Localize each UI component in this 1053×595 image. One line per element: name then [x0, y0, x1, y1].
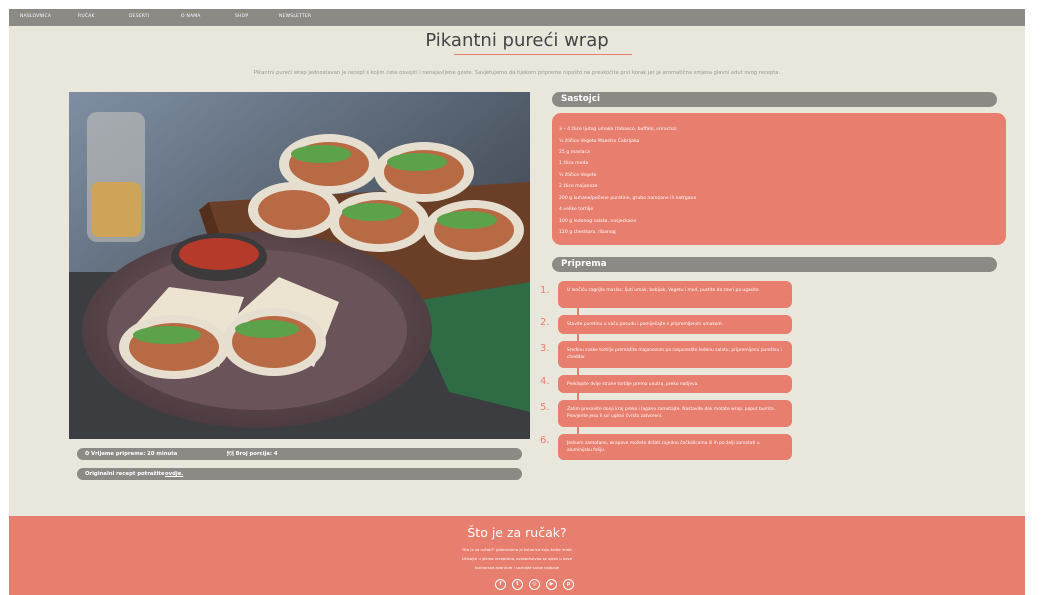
nav-item-newsletter[interactable]: NEWSLETTER [279, 14, 311, 19]
ingredient-item: ½ žličice Vegete [559, 173, 597, 178]
footer-text: kulinarske avanture i saznajte svoje naj… [474, 565, 560, 570]
nav-item-deserti[interactable]: DESERTI [129, 14, 149, 19]
source-text: Originalni recept potražite [85, 471, 165, 477]
step-connector [577, 368, 579, 375]
step-text: Stavite puretinu u vaču posudu i pomiješ… [567, 322, 724, 327]
top-nav: NASLOVNICA RUČAK DESERTI O NAMA SHOP NEW… [9, 9, 1025, 26]
step-number: 2. [540, 317, 550, 328]
ingredients-title: Sastojci [561, 94, 601, 104]
page-title: Pikantni pureći wrap [425, 30, 609, 51]
preparation-header: Priprema [552, 257, 997, 272]
preparation-title: Priprema [561, 259, 607, 269]
step-text: Sredinu svake tortilje premažite majonez… [567, 348, 782, 360]
source-bar: Originalni recept potražite ovdje. [77, 468, 522, 480]
ingredient-item: 120 g cheddara, ribanog [559, 230, 616, 235]
instagram-glyph: ◎ [532, 581, 537, 587]
pinterest-glyph: p [566, 581, 571, 587]
nav-item-shop[interactable]: SHOP [235, 14, 248, 19]
recipe-meta-bar: ⏲ Vrijeme pripreme: 20 minuta 🍽 Broj por… [77, 448, 522, 460]
step-number: 6. [540, 435, 550, 446]
ingredient-item: 200 g kuhane/pečene puretine, grubo nare… [559, 196, 697, 201]
ingredient-item: 2 žlice majoneze [559, 184, 598, 189]
step-item: Zatim presavite donji kraj preko i lagan… [558, 400, 792, 427]
nav-item-naslovnica[interactable]: NASLOVNICA [20, 14, 51, 19]
ingredient-item: 25 g maslaca [559, 150, 590, 155]
footer-title: Što je za ručak? [467, 525, 567, 540]
step-number: 4. [540, 376, 550, 387]
twitter-glyph: t [516, 581, 519, 587]
page-frame: NASLOVNICA RUČAK DESERTI O NAMA SHOP NEW… [9, 9, 1025, 595]
nav-item-rucak[interactable]: RUČAK [78, 14, 95, 19]
youtube-icon[interactable]: ▶ [546, 579, 557, 590]
youtube-glyph: ▶ [549, 581, 554, 587]
ingredient-item: ½ žličice Vegeta Maestro Čabrijaka [559, 139, 640, 144]
servings: 🍽 Broj porcija: 4 [227, 451, 278, 457]
ingredient-item: 1 žlica meda [559, 161, 589, 166]
ingredient-item: 3 – 4 žlice ljutog umaka (tabasco, buffa… [559, 127, 677, 132]
facebook-icon[interactable]: f [495, 579, 506, 590]
step-item: U lončiću zagrijte maslac, ljuti umak, b… [558, 281, 792, 308]
step-connector [577, 307, 579, 315]
nav-item-o-nama[interactable]: O NAMA [181, 14, 201, 19]
ingredient-item: 4 velike tortilje [559, 207, 594, 212]
recipe-intro: Pikantni pureći wrap jednostavan je rece… [253, 70, 781, 76]
step-text: U lončiću zagrijte maslac, ljuti umak, b… [567, 288, 761, 293]
step-item: Sredinu svake tortilje premažite majonez… [558, 341, 792, 368]
source-link[interactable]: ovdje. [165, 471, 183, 477]
footer-text: Uživajte u jelima receptima, svakodnevno… [461, 556, 573, 561]
step-text: Jednom zamotane, wrapove možete držati z… [567, 441, 760, 453]
ingredients-list: 3 – 4 žlice ljutog umaka (tabasco, buffa… [552, 113, 1006, 245]
instagram-icon[interactable]: ◎ [529, 579, 540, 590]
ingredient-item: 100 g ledenog salata, nasjeckane [559, 219, 637, 224]
step-number: 1. [540, 285, 550, 296]
prep-time: ⏲ Vrijeme pripreme: 20 minuta [85, 451, 178, 457]
step-number: 3. [540, 343, 550, 354]
step-number: 5. [540, 402, 550, 413]
ingredients-header: Sastojci [552, 92, 997, 107]
step-connector [577, 334, 579, 341]
footer-text: "Što je za ručak?" jedinstvena je kuhari… [461, 547, 573, 552]
step-item: Jednom zamotane, wrapove možete držati z… [558, 434, 792, 460]
twitter-icon[interactable]: t [512, 579, 523, 590]
step-connector [577, 393, 579, 400]
step-connector [577, 427, 579, 434]
step-item: Stavite puretinu u vaču posudu i pomiješ… [558, 315, 792, 334]
pinterest-icon[interactable]: p [563, 579, 574, 590]
title-underline [454, 54, 632, 55]
step-item: Preklopite dvije strane tortilje prema u… [558, 375, 792, 393]
step-text: Preklopite dvije strane tortilje prema u… [567, 382, 699, 387]
footer: Što je za ručak? "Što je za ručak?" jedi… [9, 516, 1025, 595]
recipe-photo [69, 92, 530, 439]
step-text: Zatim presavite donji kraj preko i lagan… [567, 407, 776, 419]
facebook-glyph: f [499, 581, 502, 587]
